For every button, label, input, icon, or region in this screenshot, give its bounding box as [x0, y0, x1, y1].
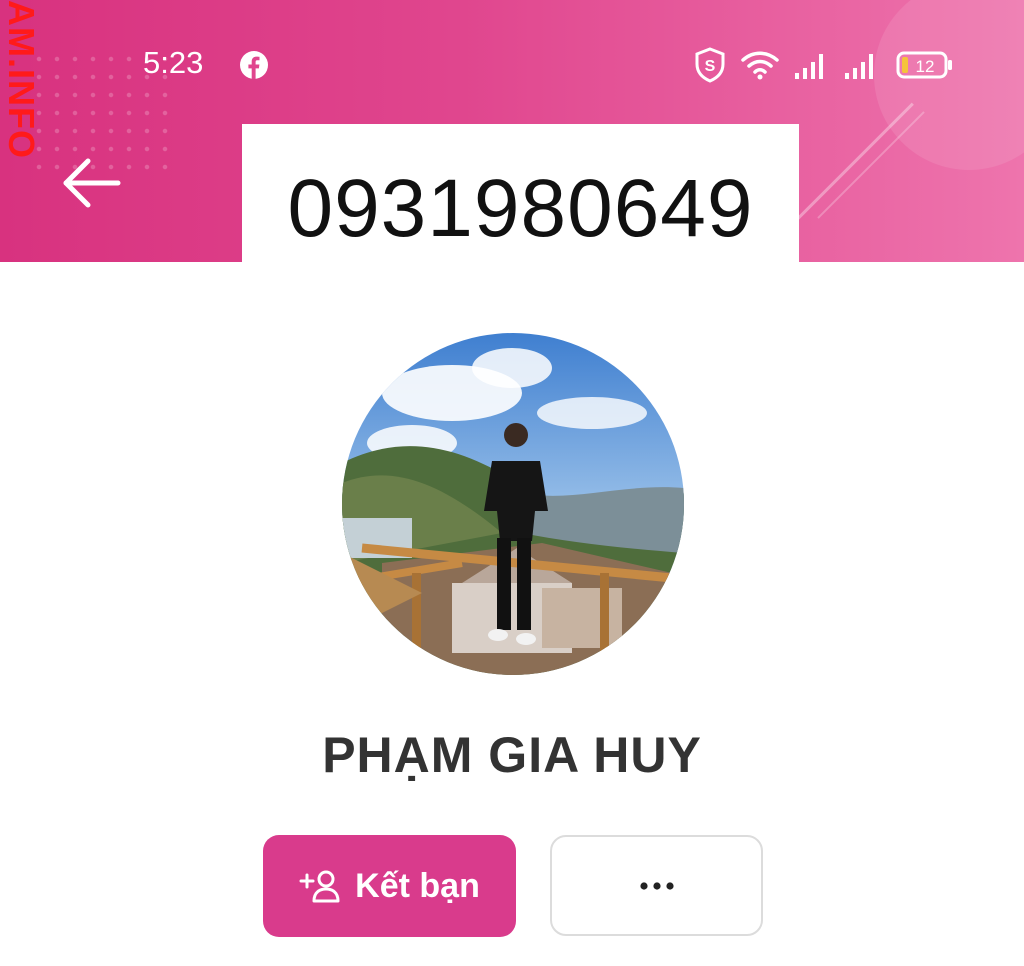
header-decoration: [874, 0, 1024, 170]
back-arrow-icon[interactable]: [60, 155, 122, 211]
more-dots-icon: [639, 881, 674, 890]
signal-1-icon: [795, 54, 823, 79]
shield-s-icon: S: [695, 47, 725, 83]
header-decoration-line: [817, 111, 925, 219]
status-icons: S 12: [694, 47, 954, 83]
phone-number-box: 0931980649: [242, 124, 799, 262]
watermark-text: AM.INFO: [1, 0, 42, 159]
add-friend-icon: [299, 870, 340, 903]
add-friend-button[interactable]: Kết bạn: [263, 835, 516, 937]
facebook-icon: [240, 51, 268, 79]
avatar[interactable]: [342, 333, 684, 675]
wifi-icon: [741, 51, 779, 80]
more-options-button[interactable]: [550, 835, 763, 936]
avatar-photo: [342, 333, 684, 675]
status-time: 5:23: [143, 45, 204, 80]
profile-name: PHẠM GIA HUY: [322, 727, 702, 783]
battery-level-text: 12: [916, 57, 935, 76]
add-friend-label: Kết bạn: [355, 866, 480, 905]
svg-text:S: S: [705, 58, 716, 75]
phone-number-text: 0931980649: [287, 163, 754, 254]
battery-icon: 12: [896, 51, 952, 79]
signal-2-icon: [845, 54, 873, 79]
